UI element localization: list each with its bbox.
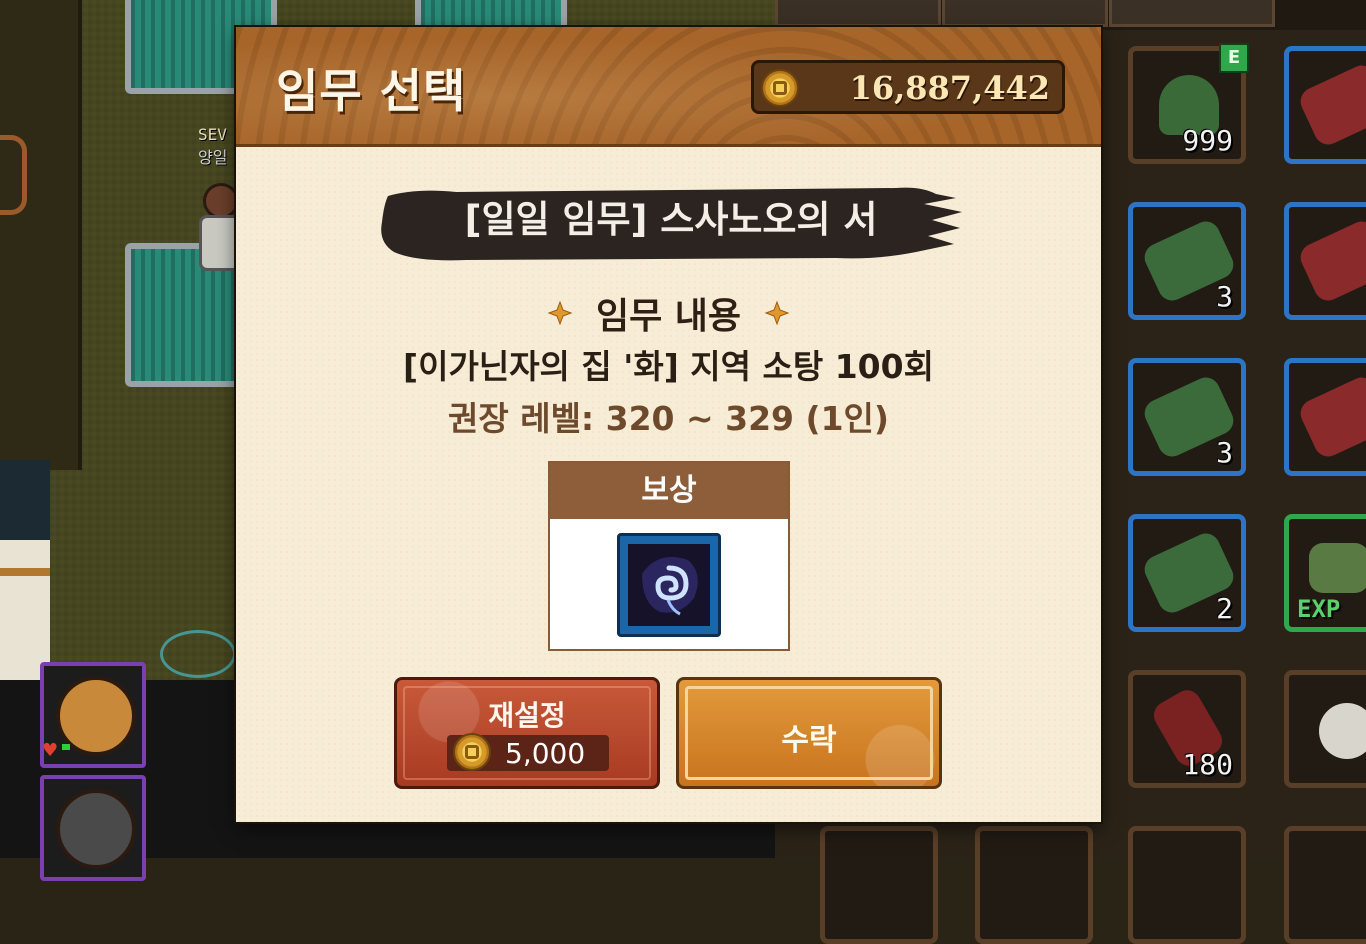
inventory-slot[interactable]	[1284, 826, 1366, 944]
reward-box: 보상	[548, 461, 790, 651]
counter-panel	[0, 540, 50, 680]
npc-name: SEV	[198, 125, 227, 144]
inventory-tab[interactable]	[775, 0, 941, 27]
inventory-slot[interactable]	[1284, 670, 1366, 788]
dialog-title: 임무 선택	[276, 64, 467, 118]
equipped-badge: E	[1219, 43, 1249, 73]
dialog-header: 임무 선택 16,887,442	[236, 27, 1101, 147]
sparkle-icon	[764, 300, 790, 326]
inventory-slot[interactable]: 3	[1128, 202, 1246, 320]
sparkle-icon	[547, 300, 573, 326]
reward-item-slot[interactable]	[617, 533, 721, 637]
inventory-tabs	[775, 0, 1366, 30]
avatar	[56, 789, 136, 869]
stone-item-icon	[1319, 703, 1366, 759]
quest-description: [이가닌자의 집 '화] 지역 소탕 100회	[403, 347, 934, 386]
wall-strip	[0, 0, 82, 470]
gold-display: 16,887,442	[751, 60, 1065, 114]
item-count: 3	[1216, 280, 1233, 313]
blue-spiral-stone-icon	[628, 544, 710, 626]
red-scroll-icon	[1296, 60, 1366, 150]
inventory-slot[interactable]	[1284, 202, 1366, 320]
item-count: 2	[1216, 592, 1233, 625]
reset-button[interactable]: 재설정 5,000	[394, 677, 660, 789]
inventory-slot[interactable]	[975, 826, 1093, 944]
inventory-slot[interactable]: E 999	[1128, 43, 1249, 164]
recommended-level: 권장 레벨: 320 ~ 329 (1인)	[448, 399, 889, 438]
accept-button[interactable]: 수락	[676, 677, 942, 789]
reset-cost-amount: 5,000	[505, 737, 586, 770]
wall-ornament	[0, 135, 27, 215]
quest-content-heading: 임무 내용	[236, 287, 1101, 337]
reset-button-label: 재설정	[488, 699, 566, 732]
exp-label: EXP	[1297, 595, 1341, 623]
gold-coin-icon	[761, 69, 799, 107]
portal-ring	[160, 630, 236, 678]
hp-bar	[62, 744, 70, 750]
red-scroll-icon	[1296, 372, 1366, 462]
gold-amount: 16,887,442	[849, 69, 1050, 107]
window-panel	[0, 460, 50, 540]
reset-cost: 5,000	[447, 733, 609, 771]
inventory-slot[interactable]	[820, 826, 938, 944]
accept-button-label: 수락	[781, 723, 837, 758]
inventory-slot[interactable]: 180	[1128, 670, 1246, 788]
inventory-tab[interactable]	[1109, 0, 1275, 27]
section-label: 임무 내용	[595, 296, 741, 337]
party-member-2[interactable]	[40, 775, 146, 881]
heart-icon: ♥	[42, 740, 59, 761]
item-count: 999	[1182, 124, 1233, 157]
quest-title-banner: [일일 임무] 스사노오의 서	[376, 182, 966, 264]
inventory-slot[interactable]: EXP	[1284, 514, 1366, 632]
inventory-slot[interactable]	[1284, 358, 1366, 476]
inventory-slot[interactable]	[1128, 826, 1246, 944]
npc-subname: 양일	[198, 148, 228, 167]
arrows-item-icon	[1309, 543, 1366, 593]
inventory-tab[interactable]	[942, 0, 1108, 27]
inventory-slot[interactable]: 2	[1128, 514, 1246, 632]
item-count: 3	[1216, 436, 1233, 469]
quest-select-dialog: 임무 선택 16,887,442 [일일 임무] 스사노오의 서 임무 내용 […	[236, 27, 1101, 822]
gold-coin-icon	[453, 733, 491, 771]
item-count: 180	[1182, 748, 1233, 781]
quest-title: [일일 임무] 스사노오의 서	[464, 198, 878, 241]
reward-header: 보상	[550, 463, 788, 519]
red-scroll-icon	[1296, 216, 1366, 306]
npc-character[interactable]	[195, 175, 243, 275]
inventory-slot[interactable]	[1284, 46, 1366, 164]
dialog-body: [일일 임무] 스사노오의 서 임무 내용 [이가닌자의 집 '화] 지역 소탕…	[236, 147, 1101, 822]
inventory-slot[interactable]: 3	[1128, 358, 1246, 476]
